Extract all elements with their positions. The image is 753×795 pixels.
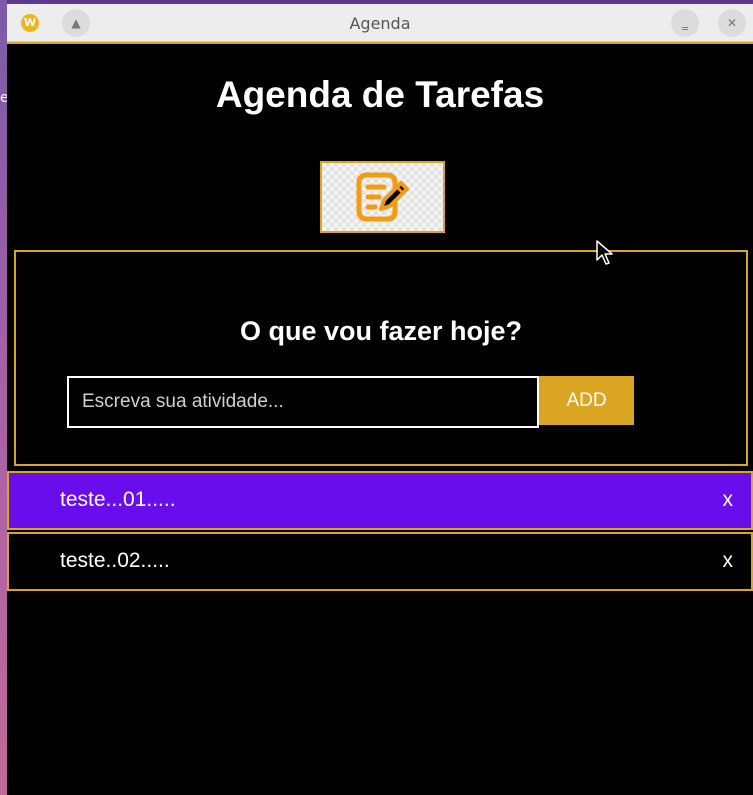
mouse-cursor-icon: [596, 240, 613, 265]
app-window: W ▲ Agenda ‗ ✕ Agenda de Tarefas O que v…: [7, 4, 753, 795]
desktop-background: [0, 0, 7, 795]
close-button[interactable]: ✕: [718, 9, 746, 37]
logo-image: [320, 161, 445, 233]
task-list: teste...01..... x teste..02..... x: [7, 471, 753, 593]
window-titlebar[interactable]: W ▲ Agenda ‗ ✕: [7, 4, 753, 42]
window-title: Agenda: [349, 14, 411, 33]
task-text[interactable]: teste..02.....: [60, 549, 170, 573]
task-item[interactable]: teste..02..... x: [7, 532, 753, 591]
page-title: Agenda de Tarefas: [215, 74, 545, 115]
task-item[interactable]: teste...01..... x: [7, 471, 753, 530]
form-heading: O que vou fazer hoje?: [239, 316, 523, 346]
task-text[interactable]: teste...01.....: [60, 488, 176, 512]
app-content: Agenda de Tarefas O que vou fazer hoje? …: [7, 42, 753, 795]
minimize-button[interactable]: ‗: [671, 9, 699, 37]
edit-note-icon: [356, 172, 409, 222]
add-task-button[interactable]: ADD: [539, 376, 634, 425]
task-input[interactable]: [67, 376, 539, 428]
task-form-panel: O que vou fazer hoje? ADD: [14, 250, 748, 466]
delete-task-button[interactable]: x: [723, 488, 734, 512]
delete-task-button[interactable]: x: [723, 549, 734, 573]
